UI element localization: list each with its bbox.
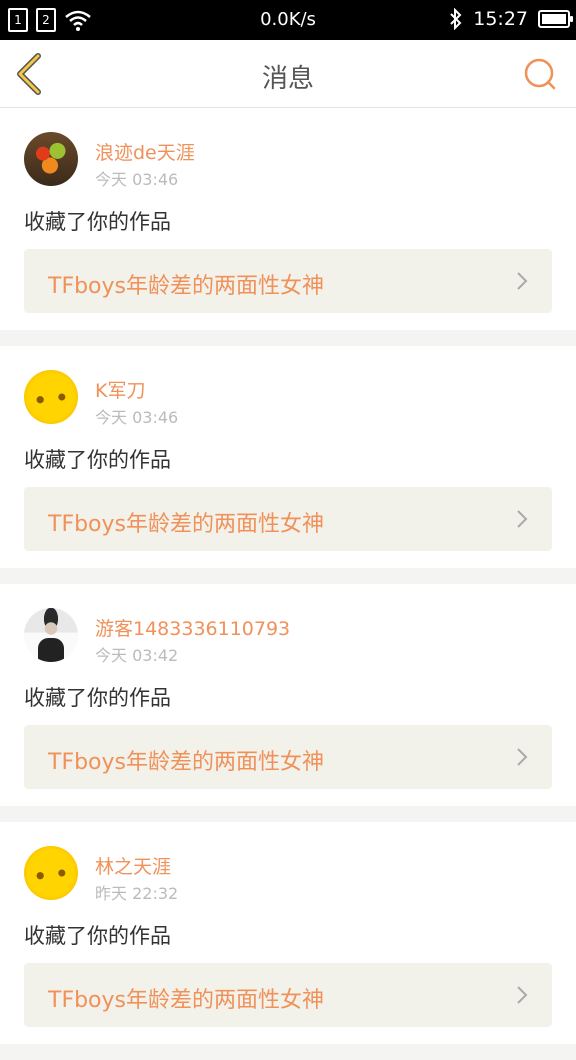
list-item: 游客1483336110793 今天 03:42 收藏了你的作品 TFboys年…: [0, 584, 576, 806]
work-title: TFboys年龄差的两面性女神: [48, 750, 324, 775]
avatar[interactable]: [24, 846, 78, 900]
search-icon[interactable]: [522, 56, 558, 92]
work-title: TFboys年龄差的两面性女神: [48, 988, 324, 1013]
action-text: 收藏了你的作品: [24, 924, 171, 948]
username-link[interactable]: 游客1483336110793: [95, 614, 290, 641]
work-link[interactable]: TFboys年龄差的两面性女神: [24, 249, 552, 313]
username-link[interactable]: K军刀: [95, 376, 145, 403]
status-bar: 1 2 0.0K/s 15:27: [0, 0, 576, 40]
work-link[interactable]: TFboys年龄差的两面性女神: [24, 725, 552, 789]
list-item: 林之天涯 昨天 22:32 收藏了你的作品 TFboys年龄差的两面性女神: [0, 822, 576, 1044]
timestamp: 昨天 22:32: [95, 884, 179, 903]
list-item: 浪迹de天涯 今天 03:46 收藏了你的作品 TFboys年龄差的两面性女神: [0, 108, 576, 330]
username-link[interactable]: 林之天涯: [95, 852, 171, 879]
top-nav-bar: 消息: [0, 40, 576, 108]
timestamp: 今天 03:46: [95, 408, 179, 427]
list-item: K军刀 今天 03:46 收藏了你的作品 TFboys年龄差的两面性女神: [0, 346, 576, 568]
chevron-right-icon: [517, 272, 528, 290]
avatar[interactable]: [24, 608, 78, 662]
message-list: 浪迹de天涯 今天 03:46 收藏了你的作品 TFboys年龄差的两面性女神 …: [0, 108, 576, 1060]
action-text: 收藏了你的作品: [24, 686, 171, 710]
battery-icon: [538, 10, 573, 28]
username-link[interactable]: 浪迹de天涯: [95, 138, 195, 165]
action-text: 收藏了你的作品: [24, 210, 171, 234]
work-title: TFboys年龄差的两面性女神: [48, 274, 324, 299]
work-link[interactable]: TFboys年龄差的两面性女神: [24, 487, 552, 551]
timestamp: 今天 03:42: [95, 646, 179, 665]
action-text: 收藏了你的作品: [24, 448, 171, 472]
timestamp: 今天 03:46: [95, 170, 179, 189]
work-title: TFboys年龄差的两面性女神: [48, 512, 324, 537]
avatar[interactable]: [24, 132, 78, 186]
page-title: 消息: [261, 64, 314, 94]
avatar[interactable]: [24, 370, 78, 424]
bluetooth-icon: [450, 8, 462, 30]
chevron-right-icon: [517, 510, 528, 528]
chevron-right-icon: [517, 748, 528, 766]
work-link[interactable]: TFboys年龄差的两面性女神: [24, 963, 552, 1027]
clock: 15:27: [473, 8, 528, 30]
chevron-right-icon: [517, 986, 528, 1004]
